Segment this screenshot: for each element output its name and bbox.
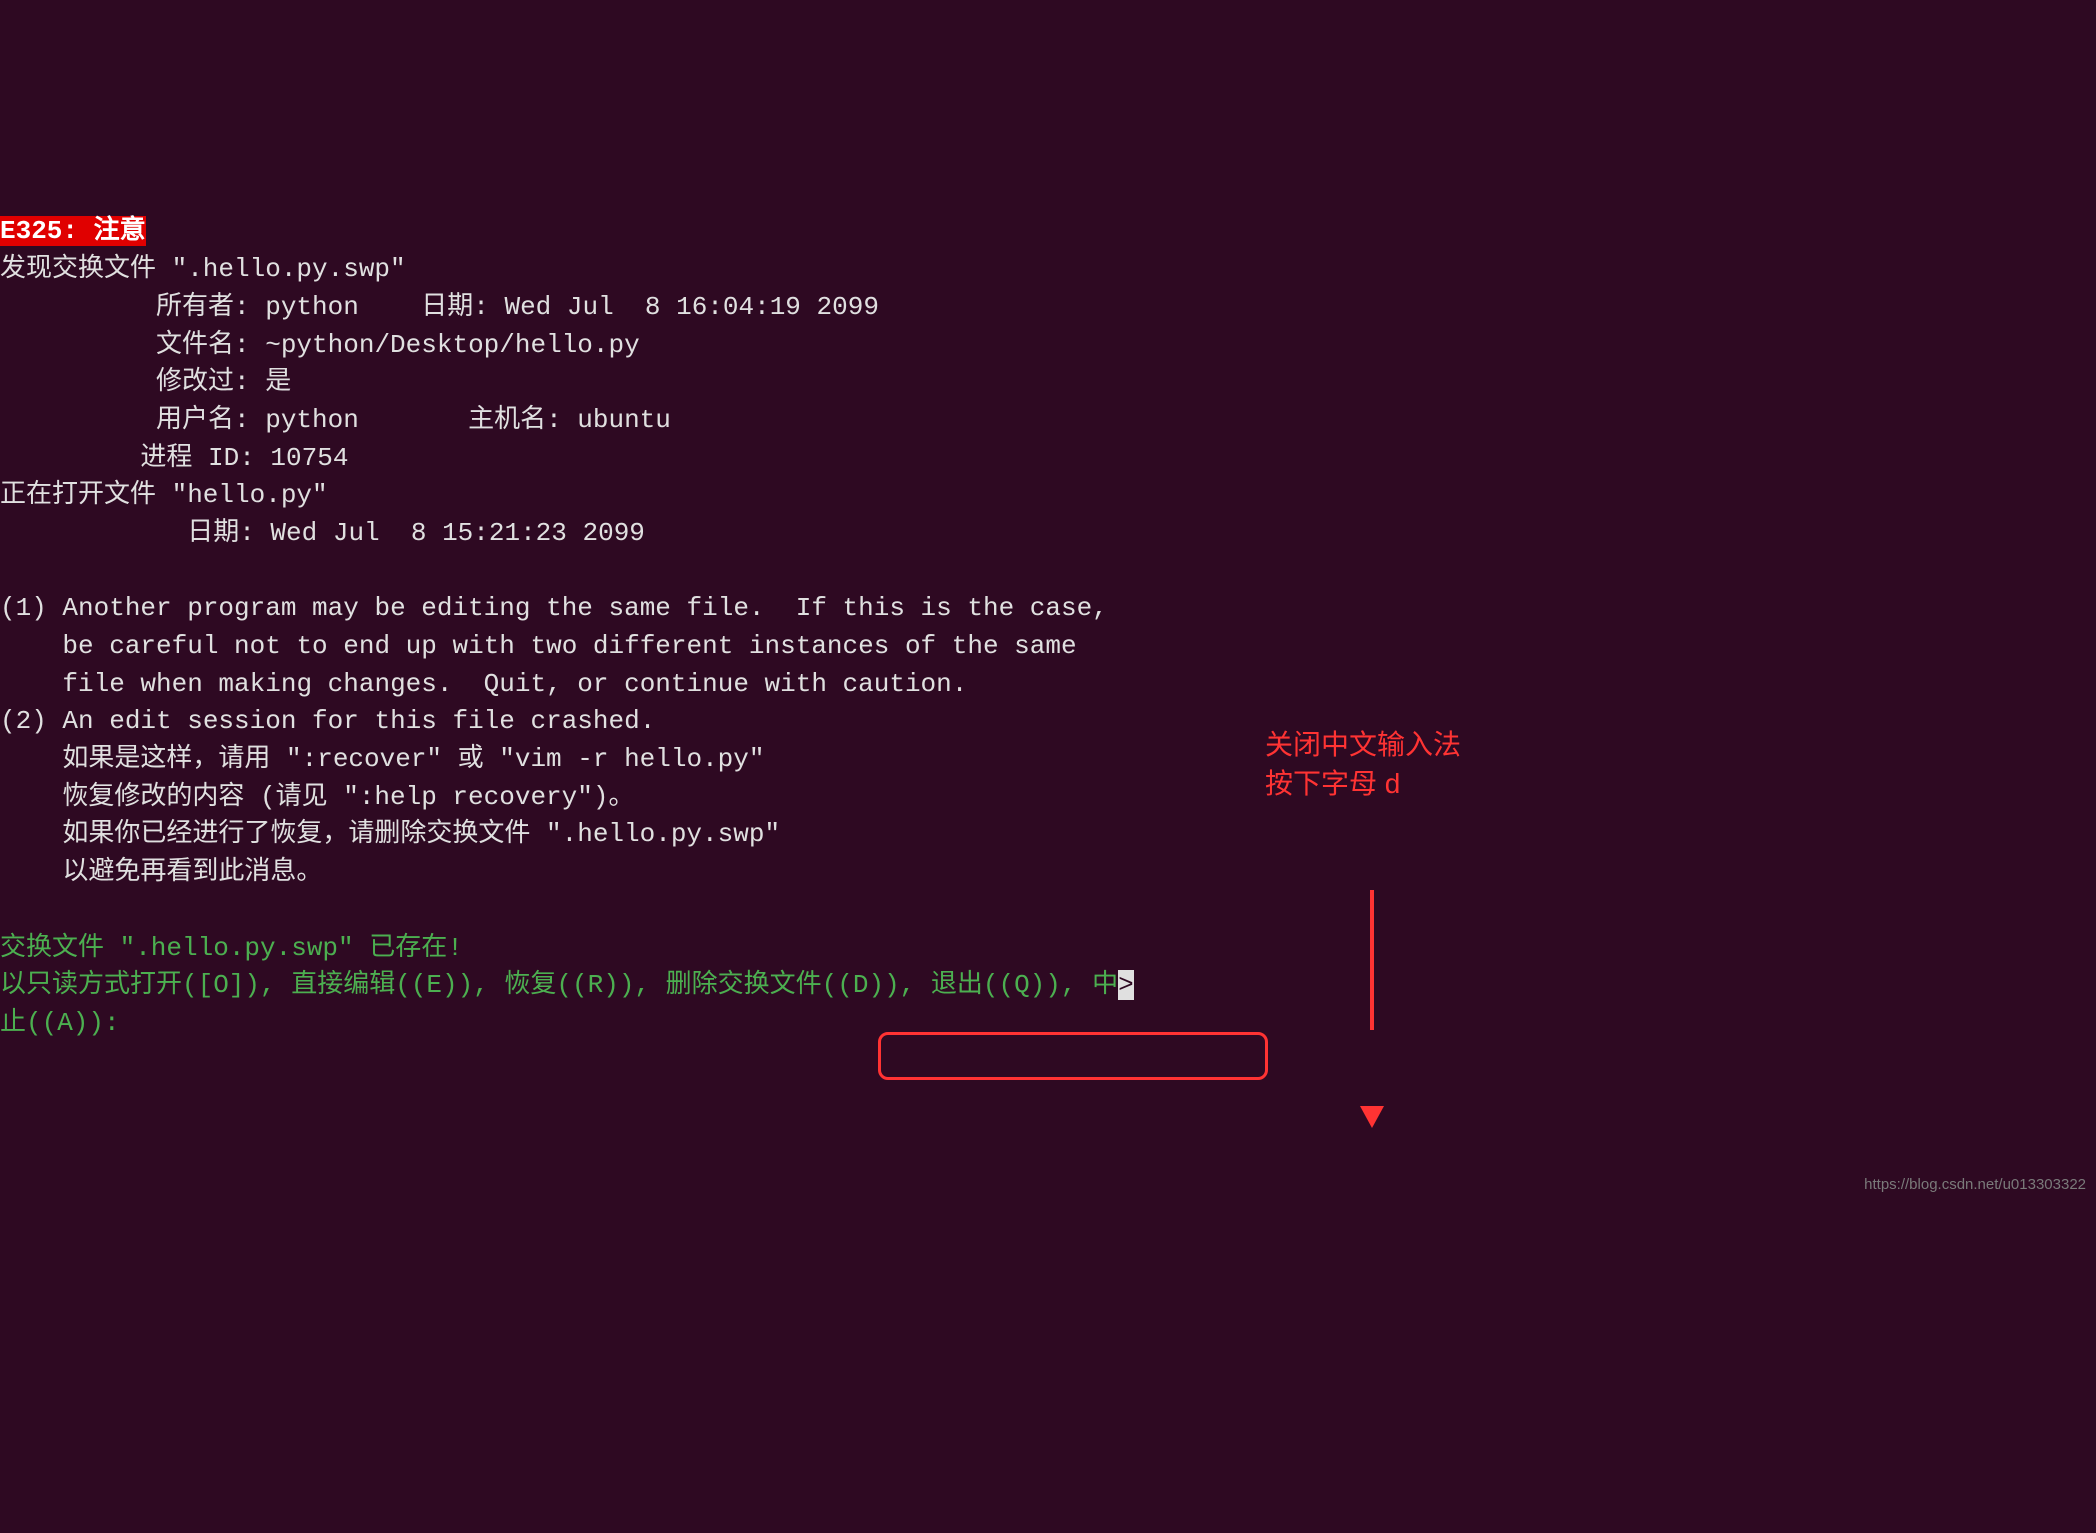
- username-line: 用户名: python 主机名: ubuntu: [0, 405, 671, 435]
- file-date-line: 日期: Wed Jul 8 15:21:23 2099: [0, 518, 645, 548]
- swap-found-line: 发现交换文件 ".hello.py.swp": [0, 254, 406, 284]
- msg1-line1: (1) Another program may be editing the s…: [0, 593, 1108, 623]
- annotation-text: 关闭中文输入法 按下字母 d: [1265, 725, 1461, 803]
- arrow-line: [1370, 890, 1374, 1030]
- process-id-line: 进程 ID: 10754: [0, 443, 348, 473]
- msg1-line3: file when making changes. Quit, or conti…: [0, 669, 967, 699]
- modified-line: 修改过: 是: [0, 367, 291, 397]
- annotation-line1: 关闭中文输入法: [1265, 725, 1461, 764]
- continue-indicator: >: [1118, 970, 1134, 1000]
- msg2-line4: 如果你已经进行了恢复，请删除交换文件 ".hello.py.swp": [0, 819, 780, 849]
- msg2-line5: 以避免再看到此消息。: [0, 857, 322, 887]
- msg2-line3: 恢复修改的内容 (请见 ":help recovery")。: [0, 782, 634, 812]
- options-line2[interactable]: 止((A)):: [0, 1008, 135, 1038]
- msg2-line1: (2) An edit session for this file crashe…: [0, 706, 655, 736]
- options-line1[interactable]: 以只读方式打开([O]), 直接编辑((E)), 恢复((R)), 删除交换文件…: [0, 970, 1118, 1000]
- msg1-line2: be careful not to end up with two differ…: [0, 631, 1077, 661]
- annotation-arrow: [1370, 815, 1401, 1165]
- watermark-text: https://blog.csdn.net/u013303322: [1864, 1174, 2086, 1196]
- msg2-line2: 如果是这样，请用 ":recover" 或 "vim -r hello.py": [0, 744, 765, 774]
- annotation-line2: 按下字母 d: [1265, 764, 1461, 803]
- opening-file-line: 正在打开文件 "hello.py": [0, 480, 328, 510]
- arrow-head-icon: [1360, 1106, 1384, 1128]
- terminal-content: E325: 注意 发现交换文件 ".hello.py.swp" 所有者: pyt…: [0, 176, 2096, 1043]
- highlight-delete-option: [878, 1032, 1268, 1080]
- swap-exists-line: 交换文件 ".hello.py.swp" 已存在!: [0, 933, 463, 963]
- filename-line: 文件名: ~python/Desktop/hello.py: [0, 330, 640, 360]
- owner-line: 所有者: python 日期: Wed Jul 8 16:04:19 2099: [0, 292, 879, 322]
- error-label: E325: 注意: [0, 216, 146, 246]
